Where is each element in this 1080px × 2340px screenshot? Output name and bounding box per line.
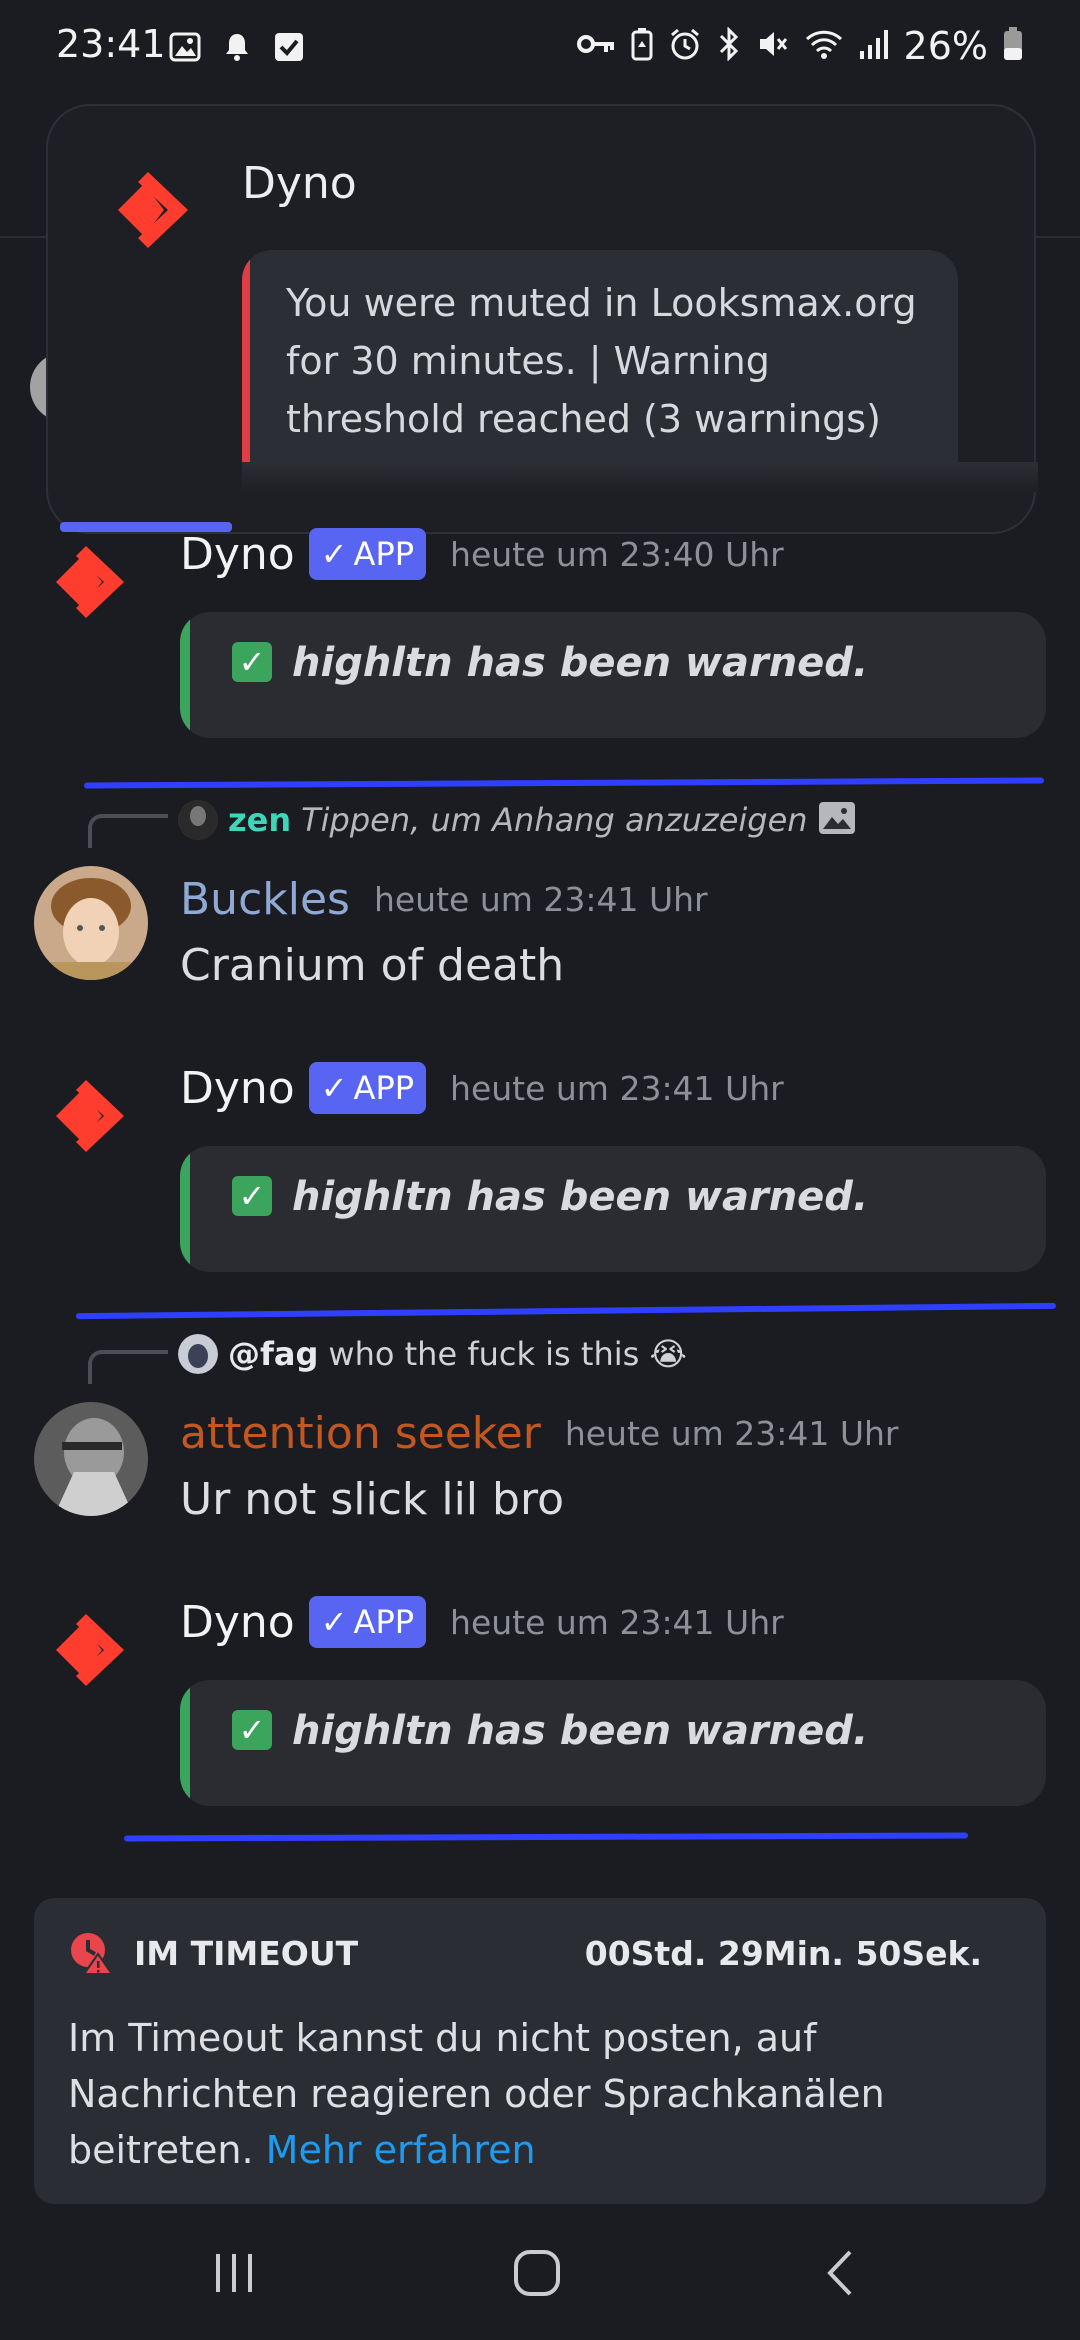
status-left-icons: [168, 30, 306, 64]
check-icon: ✓: [320, 1603, 348, 1641]
buckles-avatar[interactable]: [34, 866, 148, 980]
message-body: Ur not slick lil bro: [180, 1474, 564, 1525]
embed-color-bar: [180, 612, 190, 738]
attention-seeker-avatar[interactable]: [34, 1402, 148, 1516]
message-body: Cranium of death: [180, 940, 565, 991]
status-right: 26%: [576, 24, 1024, 68]
message-header: Dyno ✓ APP heute um 23:40 Uhr: [180, 528, 784, 580]
reply-preview[interactable]: zen Tippen, um Anhang anzuzeigen: [178, 800, 856, 840]
check-box-icon: ✓: [232, 1710, 272, 1750]
reply-text: who the fuck is this 😭: [328, 1335, 687, 1373]
embed-text: highltn has been warned.: [292, 1708, 869, 1754]
bluetooth-icon: [716, 26, 742, 65]
notification-embed: You were muted in Looksmax.org for 30 mi…: [242, 250, 958, 490]
checkbox-icon: [272, 30, 306, 64]
embed: ✓ highltn has been warned.: [180, 612, 1046, 738]
author-name[interactable]: Buckles: [180, 874, 350, 925]
message-header: attention seeker heute um 23:41 Uhr: [180, 1408, 899, 1459]
author-name[interactable]: Dyno: [180, 1597, 295, 1648]
reply-connector: [88, 1350, 168, 1384]
check-box-icon: ✓: [232, 642, 272, 682]
reply-author: zen: [228, 801, 292, 839]
check-box-icon: ✓: [232, 1176, 272, 1216]
alarm-icon: [668, 27, 702, 65]
dyno-logo-icon: [104, 162, 200, 262]
recents-button[interactable]: [212, 2250, 258, 2300]
app-badge-label: APP: [353, 535, 415, 573]
message-header: Dyno ✓ APP heute um 23:41 Uhr: [180, 1062, 784, 1114]
author-name[interactable]: Dyno: [180, 529, 295, 580]
app-badge-label: APP: [353, 1603, 415, 1641]
timeout-clock-icon: [68, 1930, 114, 1980]
signal-icon: [858, 27, 890, 65]
timeout-body: Im Timeout kannst du nicht posten, auf N…: [68, 2010, 1008, 2178]
message-time: heute um 23:41 Uhr: [450, 1068, 784, 1108]
mute-icon: [756, 27, 790, 65]
app-badge: ✓ APP: [308, 1062, 427, 1114]
image-icon: [168, 30, 202, 64]
reply-author: @fag: [228, 1335, 319, 1373]
back-button[interactable]: [822, 2248, 858, 2302]
wifi-icon: [804, 27, 844, 65]
message-header: Dyno ✓ APP heute um 23:41 Uhr: [180, 1596, 784, 1648]
key-icon: [576, 30, 616, 62]
reply-connector: [88, 814, 168, 848]
timeout-notice: IM TIMEOUT 00Std. 29Min. 50Sek. Im Timeo…: [34, 1898, 1046, 2204]
embed-text: highltn has been warned.: [292, 1174, 869, 1220]
annotation-line: [83, 777, 1045, 789]
timeout-title: IM TIMEOUT: [134, 1934, 359, 1973]
learn-more-link[interactable]: Mehr erfahren: [266, 2128, 536, 2172]
check-icon: ✓: [320, 535, 348, 573]
battery-saver-icon: [630, 27, 654, 65]
annotation-line: [123, 1832, 969, 1842]
navigation-bar: [0, 2220, 1080, 2340]
home-button[interactable]: [512, 2248, 562, 2302]
author-name[interactable]: Dyno: [180, 1063, 295, 1114]
timeout-timer: 00Std. 29Min. 50Sek.: [584, 1934, 982, 1973]
dyno-avatar-icon[interactable]: [44, 1070, 136, 1166]
annotation-line: [75, 1302, 1057, 1320]
dyno-avatar-icon[interactable]: [44, 1604, 136, 1700]
notification-fade: [242, 462, 1038, 492]
reply-preview[interactable]: @fag who the fuck is this 😭: [178, 1334, 687, 1374]
dyno-avatar-icon[interactable]: [44, 536, 136, 632]
reply-text: Tippen, um Anhang anzuzeigen: [301, 801, 808, 839]
reply-avatar: [178, 1334, 218, 1374]
status-time: 23:41: [56, 22, 166, 66]
notification-popup[interactable]: Dyno You were muted in Looksmax.org for …: [46, 104, 1038, 534]
app-badge: ✓ APP: [308, 528, 427, 580]
app-badge-label: APP: [353, 1069, 415, 1107]
image-icon: [818, 801, 856, 839]
embed-text: highltn has been warned.: [292, 640, 869, 686]
embed-color-bar: [180, 1146, 190, 1272]
battery-icon: [1002, 26, 1024, 66]
message-time: heute um 23:41 Uhr: [373, 880, 708, 919]
bell-icon: [220, 30, 254, 64]
app-badge: ✓ APP: [308, 1596, 427, 1648]
battery-percent: 26%: [903, 24, 988, 68]
message-time: heute um 23:41 Uhr: [450, 1602, 784, 1642]
status-bar: 23:41 26%: [0, 0, 1080, 100]
author-name[interactable]: attention seeker: [180, 1408, 541, 1459]
embed: ✓ highltn has been warned.: [180, 1146, 1046, 1272]
message-time: heute um 23:41 Uhr: [564, 1414, 899, 1453]
embed-color-bar: [180, 1680, 190, 1806]
notification-title: Dyno: [242, 158, 357, 209]
message-header: Buckles heute um 23:41 Uhr: [180, 874, 708, 925]
embed-color-bar: [242, 250, 250, 490]
check-icon: ✓: [320, 1069, 348, 1107]
message-time: heute um 23:40 Uhr: [450, 534, 784, 574]
reply-avatar: [178, 800, 218, 840]
embed: ✓ highltn has been warned.: [180, 1680, 1046, 1806]
notification-text: You were muted in Looksmax.org for 30 mi…: [286, 281, 917, 441]
